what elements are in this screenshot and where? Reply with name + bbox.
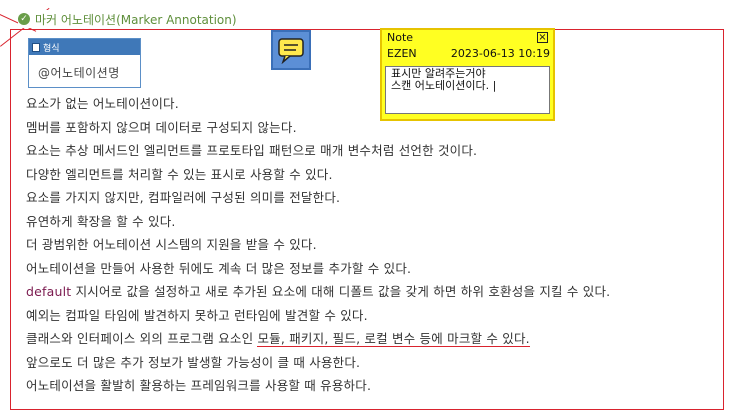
- content-lines: 요소가 없는 어노테이션이다. 멤버를 포함하지 않으며 데이터로 구성되지 않…: [26, 95, 610, 401]
- content-line: 클래스와 인터페이스 외의 프로그램 요소인 모듈, 패키지, 필드, 로컬 변…: [26, 330, 610, 354]
- underlined-text: 모듈, 패키지, 필드, 로컬 변수 등에 마크할 수 있다.: [257, 331, 530, 347]
- section-header: ✓ 마커 어노테이션(Marker Annotation): [18, 10, 241, 28]
- note-label: Note: [387, 31, 414, 44]
- content-line: 다양한 엘리먼트를 처리할 수 있는 표시로 사용할 수 있다.: [26, 166, 333, 182]
- document-icon: [32, 42, 40, 52]
- section-title: 마커 어노테이션(Marker Annotation): [35, 12, 237, 27]
- content-line: 멤버를 포함하지 않으며 데이터로 구성되지 않는다.: [26, 119, 297, 135]
- syntax-box-header: 형식: [29, 39, 140, 55]
- content-line: 유연하게 확장을 할 수 있다.: [26, 213, 176, 229]
- syntax-value: @어노테이션명: [38, 66, 120, 80]
- keyword-text: default: [26, 284, 72, 299]
- line-text: 클래스와 인터페이스 외의 프로그램 요소인: [26, 331, 258, 346]
- check-circle-icon: ✓: [18, 13, 30, 25]
- content-line: 요소는 추상 메서드인 엘리먼트를 프로토타입 패턴으로 매개 변수처럼 선언한…: [26, 143, 478, 158]
- comment-icon[interactable]: [271, 30, 311, 70]
- close-icon[interactable]: ×: [537, 32, 548, 43]
- content-line: 예외는 컴파일 타임에 발견하지 못하고 런타임에 발견할 수 있다.: [26, 307, 368, 323]
- syntax-box-title: 형식: [43, 43, 60, 54]
- note-meta: EZEN 2023-06-13 10:19: [387, 47, 550, 60]
- note-author: EZEN: [387, 47, 417, 60]
- content-line: 앞으로도 더 많은 추가 정보가 발생할 가능성이 클 때 사용한다.: [26, 354, 361, 370]
- content-line: 어노테이션을 활발히 활용하는 프레임워크를 사용할 때 유용하다.: [26, 378, 372, 393]
- content-line: 어노테이션을 만들어 사용한 뒤에도 계속 더 많은 정보를 추가할 수 있다.: [26, 260, 412, 276]
- content-line: default 지시어로 값을 설정하고 새로 추가된 요소에 대해 디폴트 값…: [26, 283, 610, 307]
- content-line: 더 광범위한 어노테이션 시스템의 지원을 받을 수 있다.: [26, 237, 317, 252]
- content-line: 요소가 없는 어노테이션이다.: [26, 96, 179, 111]
- content-line: 요소를 가지지 않지만, 컴파일러에 구성된 의미를 전달한다.: [26, 190, 341, 205]
- line-text: 지시어로 값을 설정하고 새로 추가된 요소에 대해 디폴트 값을 갖게 하면 …: [71, 284, 611, 299]
- syntax-box: 형식 @어노테이션명: [28, 38, 141, 88]
- note-timestamp: 2023-06-13 10:19: [450, 47, 550, 60]
